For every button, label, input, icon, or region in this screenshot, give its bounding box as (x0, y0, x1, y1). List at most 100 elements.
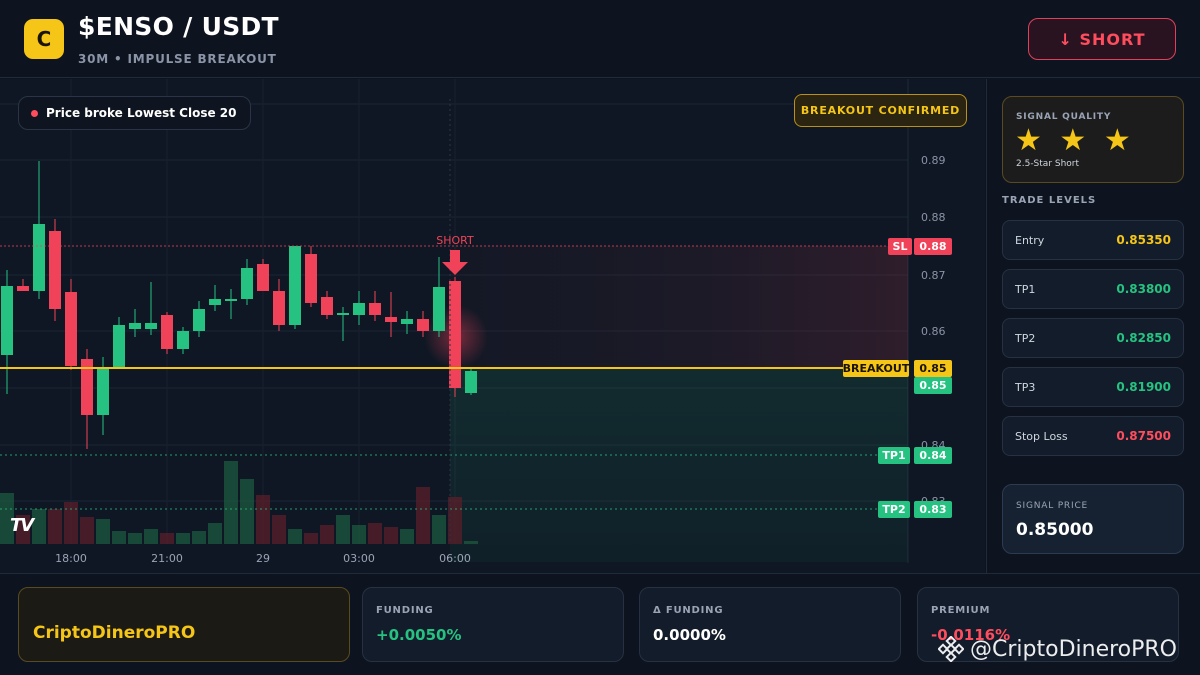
level-label: Entry (1015, 233, 1045, 247)
volume-bar (48, 509, 62, 544)
volume-bar (400, 529, 414, 544)
x-tick-label: 06:00 (439, 552, 471, 565)
level-value: 0.83800 (1116, 282, 1171, 296)
volume-bar (288, 529, 302, 544)
y-tick-label: 0.89 (921, 154, 946, 167)
x-tick-label: 21:00 (151, 552, 183, 565)
level-label: TP2 (1015, 331, 1036, 345)
candle-body (113, 325, 125, 369)
candle-body (273, 291, 285, 325)
candle-body (193, 309, 205, 331)
watermark-text: @CriptoDineroPRO (970, 636, 1177, 662)
y-axis: 0.900.890.880.870.860.850.840.83 (921, 98, 946, 508)
volume-bar (432, 515, 446, 544)
app-logo: C (24, 19, 64, 59)
candlestick-chart-svg: 0.900.890.880.870.860.850.840.83 18:0021… (0, 79, 952, 565)
tp1-value-tag: 0.84 (919, 449, 946, 462)
y-tick-label: 0.87 (921, 269, 946, 282)
candle-body (49, 231, 61, 309)
candle-body (33, 224, 45, 291)
signal-quality-label: SIGNAL QUALITY (1016, 112, 1112, 122)
volume-bar (80, 517, 94, 544)
candle-body (129, 323, 141, 329)
candle-body (305, 254, 317, 303)
candle-body (369, 303, 381, 315)
volume-bar (240, 479, 254, 544)
volume-bar (304, 533, 318, 544)
candle-body (385, 317, 397, 322)
volume-bar (336, 515, 350, 544)
breakout-value-tag: 0.85 (919, 362, 946, 375)
volume-bar (64, 502, 78, 544)
candle-body (17, 286, 29, 291)
signal-quality-card: SIGNAL QUALITY ★ ★ ★ 2.5-Star Short (1002, 96, 1184, 183)
delta-funding-card: Δ FUNDING 0.0000% (639, 587, 901, 662)
level-label: TP1 (1015, 282, 1036, 296)
funding-card: FUNDING +0.0050% (362, 587, 624, 662)
level-row-stop-loss: Stop Loss 0.87500 (1002, 416, 1184, 456)
volume-bar (256, 495, 270, 544)
candle-body (417, 319, 429, 331)
volume-bar (224, 461, 238, 544)
candle-body (225, 299, 237, 301)
volume-bar (144, 529, 158, 544)
level-value: 0.85350 (1116, 233, 1171, 247)
candle-body (1, 286, 13, 355)
volume-bar (352, 525, 366, 544)
tradingview-logo[interactable]: TV (10, 515, 34, 536)
breakout-confirmed-badge: BREAKOUT CONFIRMED (794, 94, 967, 127)
level-label: Stop Loss (1015, 429, 1068, 443)
signal-badge-text: Price broke Lowest Close 20 (46, 106, 237, 120)
level-row-tp1: TP1 0.83800 (1002, 269, 1184, 309)
tradingview-logo-text: TV (10, 515, 34, 536)
sl-tag: SL (893, 240, 908, 253)
tp2-value-tag: 0.83 (919, 503, 946, 516)
level-value: 0.82850 (1116, 331, 1171, 345)
breakout-tag: BREAKOUT (843, 362, 910, 375)
take-profit-zone (450, 368, 908, 562)
level-label: TP3 (1015, 380, 1036, 394)
delta-funding-value: 0.0000% (653, 626, 726, 644)
volume-bar (96, 519, 110, 544)
funding-label: FUNDING (376, 605, 434, 616)
candle-body (433, 287, 445, 331)
short-marker-label: SHORT (436, 234, 474, 247)
volume-bar (192, 531, 206, 544)
pair-subtitle: 30M • IMPULSE BREAKOUT (78, 52, 277, 66)
volume-bar (416, 487, 430, 544)
y-tick-label: 0.86 (921, 325, 946, 338)
tp1-tag: TP1 (882, 449, 905, 462)
level-row-entry: Entry 0.85350 (1002, 220, 1184, 260)
x-tick-label: 03:00 (343, 552, 375, 565)
short-button[interactable]: ↓ SHORT (1028, 18, 1176, 60)
delta-funding-label: Δ FUNDING (653, 605, 724, 616)
x-tick-label: 29 (256, 552, 270, 565)
star-rating-icon: ★ ★ ★ (1015, 123, 1135, 158)
candle-body (209, 299, 221, 305)
sl-value-tag: 0.88 (919, 240, 946, 253)
candle-body (145, 323, 157, 329)
x-axis: 18:00 21:00 29 03:00 06:00 (55, 552, 471, 565)
volume-bar (160, 533, 174, 544)
candle-body (241, 268, 253, 299)
trade-levels-title: TRADE LEVELS (1002, 195, 1097, 206)
candle-body (449, 281, 461, 388)
signal-price-label: SIGNAL PRICE (1016, 501, 1089, 511)
level-value: 0.81900 (1116, 380, 1171, 394)
y-tick-label: 0.88 (921, 211, 946, 224)
volume-bar (272, 515, 286, 544)
volume-bar (384, 527, 398, 544)
volume-bar (32, 509, 46, 544)
candle-body (97, 367, 109, 415)
signal-quality-caption: 2.5-Star Short (1016, 159, 1080, 169)
price-chart[interactable]: 0.900.890.880.870.860.850.840.83 18:0021… (0, 79, 985, 573)
signal-price-value: 0.85000 (1016, 520, 1094, 540)
signal-badge: Price broke Lowest Close 20 (18, 96, 252, 130)
binance-icon (938, 636, 964, 662)
level-row-tp3: TP3 0.81900 (1002, 367, 1184, 407)
volume-bar (112, 531, 126, 544)
volume-bars (0, 461, 478, 544)
funding-value: +0.0050% (376, 626, 462, 644)
candle-body (289, 246, 301, 325)
level-value: 0.87500 (1116, 429, 1171, 443)
